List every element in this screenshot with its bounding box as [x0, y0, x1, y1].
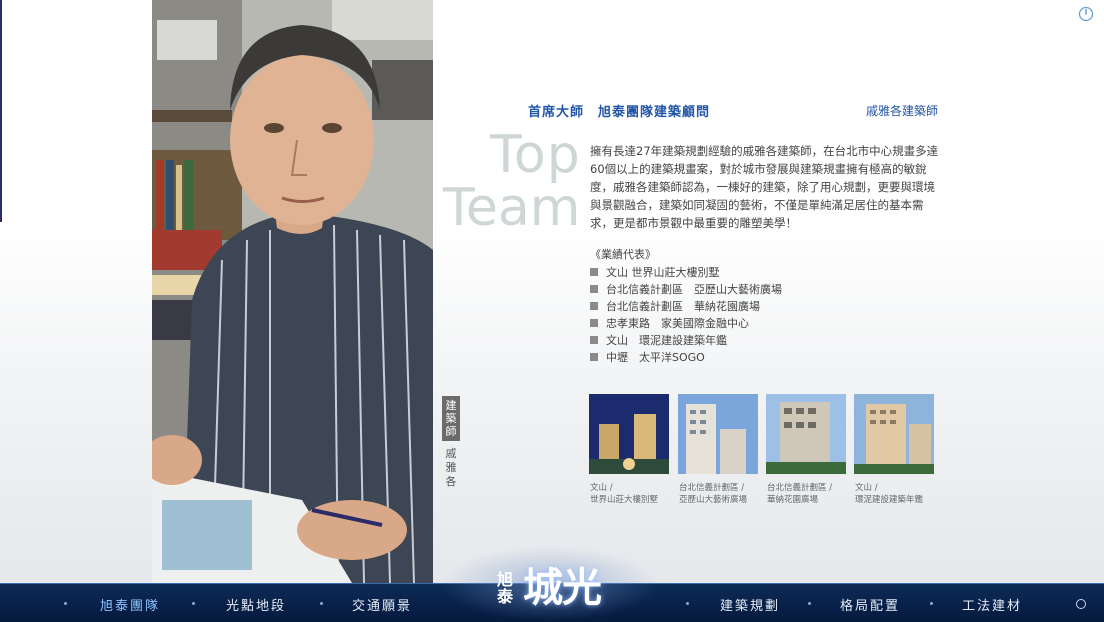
- thumbnail-label: 文山 / 環泥建設建築年鑑: [855, 483, 924, 505]
- nav-item-materials[interactable]: 工法建材: [962, 595, 1022, 614]
- list-item: 文山 環泥建設建築年鑑: [590, 332, 782, 349]
- nav-item-traffic[interactable]: 交通願景: [352, 595, 412, 614]
- logo-small-text: 旭泰: [497, 570, 514, 606]
- architect-portrait: [152, 0, 433, 583]
- caption-role: 建築師: [442, 396, 460, 441]
- nav-item-architecture[interactable]: 建築規劃: [720, 595, 780, 614]
- list-item: 中壢 太平洋SOGO: [590, 349, 782, 366]
- nav-item-location[interactable]: 光點地段: [226, 595, 286, 614]
- nav-item-layout[interactable]: 格局配置: [840, 595, 900, 614]
- thumbnail-label: 台北信義計劃區 / 亞歷山大藝術廣場: [679, 483, 748, 505]
- big-text-top: Top: [490, 125, 581, 185]
- list-item: 台北信義計劃區 亞歷山大藝術廣場: [590, 281, 782, 298]
- caption-name: 戚雅各: [445, 447, 457, 488]
- logo-big-text: 城光: [523, 565, 602, 611]
- portrait-caption: 建築師 戚雅各: [442, 396, 460, 489]
- works-heading: 《業績代表》: [590, 248, 656, 261]
- menu-circle-button[interactable]: [1076, 599, 1086, 609]
- nav-item-team[interactable]: 旭泰團隊: [100, 595, 160, 614]
- thumbnail-image[interactable]: [766, 394, 846, 474]
- list-item: 台北信義計劃區 華納花園廣場: [590, 298, 782, 315]
- thumbnail-label: 文山 / 世界山莊大樓別墅: [590, 483, 659, 505]
- thumbnail-label: 台北信義計劃區 / 華納花園廣場: [767, 483, 833, 505]
- left-accent-line: [0, 0, 2, 222]
- big-text-team: Team: [443, 178, 581, 238]
- intro-paragraph: 擁有長達27年建築規劃經驗的戚雅各建築師，在台北市中心規畫多達60個以上的建築規…: [590, 144, 939, 230]
- architect-role: 戚雅各建築師: [866, 104, 939, 118]
- thumbnail-image[interactable]: [589, 394, 669, 474]
- list-item: 忠孝東路 家美國際金融中心: [590, 315, 782, 332]
- page-title: 首席大師 旭泰團隊建築顧問: [528, 105, 711, 120]
- works-list: 《業績代表》 文山 世界山莊大樓別墅 台北信義計劃區 亞歷山大藝術廣場 台北信義…: [590, 246, 782, 366]
- brand-logo[interactable]: 旭泰 城光: [497, 565, 607, 619]
- power-icon[interactable]: [1078, 6, 1094, 22]
- thumbnail-image[interactable]: [854, 394, 934, 474]
- thumbnail-image[interactable]: [678, 394, 758, 474]
- list-item: 文山 世界山莊大樓別墅: [590, 264, 782, 281]
